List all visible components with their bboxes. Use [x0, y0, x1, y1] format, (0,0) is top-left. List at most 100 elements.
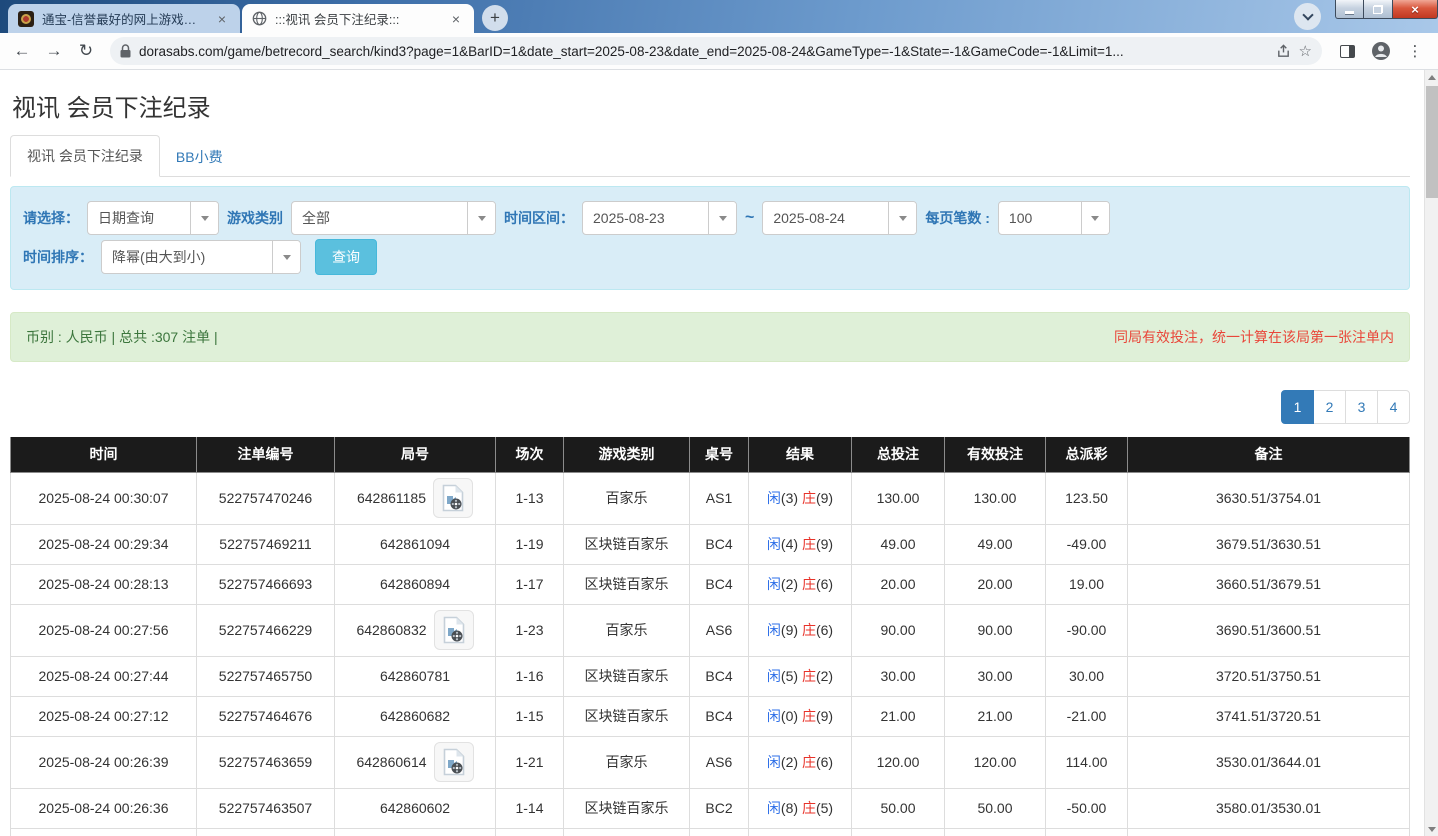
- forward-button[interactable]: →: [40, 37, 68, 65]
- scroll-down-icon[interactable]: [1425, 822, 1438, 836]
- bet-id-cell: 522757466229: [196, 603, 335, 657]
- avatar-icon: [1372, 42, 1390, 60]
- banker-result-label: 庄: [801, 800, 816, 816]
- time-cell: 2025-08-24 00:27:44: [10, 655, 197, 697]
- scroll-up-icon[interactable]: [1425, 70, 1438, 84]
- page-title: 视讯 会员下注纪录: [12, 95, 211, 122]
- col-result: 结果: [748, 437, 852, 473]
- video-replay-button[interactable]: [433, 742, 474, 782]
- reload-button[interactable]: ↻: [72, 37, 100, 65]
- banker-result-label: 庄: [801, 490, 816, 506]
- date-range-separator: ~: [745, 209, 755, 226]
- tab-close-icon[interactable]: ×: [214, 11, 230, 27]
- game-type-cell: 区块链百家乐: [563, 787, 690, 829]
- valid-bet-cell: 90.00: [944, 603, 1046, 657]
- note-cell: 3741.51/3720.51: [1127, 695, 1410, 737]
- payout-cell: -49.00: [1045, 523, 1128, 565]
- table-row: 2025-08-24 00:26:39 522757463659 6428606…: [10, 735, 1410, 789]
- profile-button[interactable]: [1366, 37, 1396, 65]
- tab-search-button[interactable]: [1294, 3, 1321, 30]
- tab-close-icon[interactable]: ×: [448, 11, 464, 27]
- note-cell: 3660.51/3679.51: [1127, 563, 1410, 605]
- share-icon[interactable]: [1276, 43, 1291, 59]
- caret-down-icon[interactable]: [888, 202, 917, 234]
- table-code-cell: BC2: [689, 787, 749, 829]
- bet-id-cell: 522757466693: [196, 563, 335, 605]
- player-result-label: 闲: [766, 490, 781, 506]
- round-id: 642860894: [379, 576, 451, 592]
- video-replay-button[interactable]: [433, 610, 474, 650]
- caret-down-icon[interactable]: [1080, 202, 1109, 234]
- total-bet-cell: 20.00: [851, 563, 945, 605]
- round-id: 642860832: [356, 622, 427, 638]
- valid-bet-cell: 50.00: [944, 787, 1046, 829]
- payout-cell: 19.00: [1045, 563, 1128, 605]
- date-start-input[interactable]: 2025-08-23: [582, 201, 737, 235]
- time-cell: 2025-08-24 00:30:07: [10, 471, 197, 525]
- tab-bb-tip[interactable]: BB小费: [160, 137, 239, 177]
- page-2-button[interactable]: 2: [1313, 390, 1346, 424]
- valid-bet-cell: 21.00: [944, 695, 1046, 737]
- bet-id-cell: 522757464676: [196, 695, 335, 737]
- restore-button[interactable]: [1364, 0, 1392, 19]
- side-panel-button[interactable]: [1332, 37, 1362, 65]
- select-type-label: 请选择：: [23, 210, 79, 226]
- game-type-label: 游戏类别: [227, 210, 283, 226]
- valid-bet-cell: 49.00: [944, 523, 1046, 565]
- back-button[interactable]: ←: [8, 37, 36, 65]
- caret-down-icon[interactable]: [467, 202, 495, 234]
- page-scrollbar[interactable]: [1424, 70, 1438, 836]
- note-cell: 3720.51/3750.51: [1127, 655, 1410, 697]
- caret-down-icon[interactable]: [272, 241, 300, 273]
- banker-result-label: 庄: [801, 754, 816, 770]
- video-file-icon: [443, 748, 464, 776]
- minimize-button[interactable]: [1335, 0, 1364, 19]
- game-type-select[interactable]: 全部: [291, 201, 496, 235]
- table-row: 2025-08-24 00:30:07 522757470246 6428611…: [10, 471, 1410, 525]
- caret-down-icon[interactable]: [708, 202, 736, 234]
- url-text: dorasabs.com/game/betrecord_search/kind3…: [139, 43, 1124, 59]
- valid-bet-cell: 130.00: [944, 471, 1046, 525]
- round-id: 642860781: [379, 668, 451, 684]
- player-score: (5): [780, 668, 799, 684]
- player-score: (4): [780, 536, 799, 552]
- date-end-input[interactable]: 2025-08-24: [762, 201, 918, 235]
- bookmark-star-icon[interactable]: ☆: [1299, 42, 1312, 60]
- query-type-select[interactable]: 日期查询: [87, 201, 219, 235]
- player-result-label: 闲: [766, 622, 781, 638]
- browser-menu-button[interactable]: ⋮: [1400, 37, 1430, 65]
- note-cell: 3690.51/3600.51: [1127, 603, 1410, 657]
- col-payout: 总派彩: [1045, 437, 1128, 473]
- result-cell: 闲(0) 庄(9): [748, 695, 852, 737]
- address-bar[interactable]: dorasabs.com/game/betrecord_search/kind3…: [110, 37, 1322, 65]
- side-panel-icon: [1339, 44, 1355, 58]
- video-replay-button[interactable]: [433, 478, 474, 518]
- result-cell: 闲(9) 庄(6): [748, 603, 852, 657]
- col-table-code: 桌号: [689, 437, 749, 473]
- round-cell: 642860581: [334, 827, 496, 836]
- tab-bet-records[interactable]: 视讯 会员下注纪录: [10, 135, 160, 177]
- new-tab-button[interactable]: +: [482, 5, 508, 31]
- sort-label: 时间排序：: [23, 249, 93, 265]
- page-size-select[interactable]: 100: [997, 201, 1110, 235]
- table-code-cell: AS1: [689, 471, 749, 525]
- page-4-button[interactable]: 4: [1377, 390, 1410, 424]
- note-cell: 3530.01/3644.01: [1127, 735, 1410, 789]
- sort-select[interactable]: 降幂(由大到小): [101, 240, 301, 274]
- scrollbar-thumb[interactable]: [1426, 86, 1438, 198]
- page-3-button[interactable]: 3: [1345, 390, 1378, 424]
- table-code-cell: BC4: [689, 695, 749, 737]
- page-1-button[interactable]: 1: [1281, 390, 1314, 424]
- banker-score: (6): [815, 576, 834, 592]
- player-result-label: 闲: [766, 754, 781, 770]
- game-type-cell: 区块链百家乐: [563, 827, 690, 836]
- time-cell: 2025-08-24 00:27:56: [10, 603, 197, 657]
- close-window-button[interactable]: ×: [1392, 0, 1438, 19]
- video-file-icon: [443, 616, 464, 644]
- search-button[interactable]: 查询: [315, 239, 377, 275]
- browser-tab-2[interactable]: :::视讯 会员下注纪录::: ×: [242, 4, 474, 33]
- note-cell: 3630.01/3677.51: [1127, 827, 1410, 836]
- caret-down-icon[interactable]: [190, 202, 218, 234]
- currency-total-text: 币别 : 人民币 | 总共 :307 注单 |: [26, 329, 218, 345]
- browser-tab-1[interactable]: 通宝-信誉最好的网上游戏平台 ×: [8, 4, 240, 33]
